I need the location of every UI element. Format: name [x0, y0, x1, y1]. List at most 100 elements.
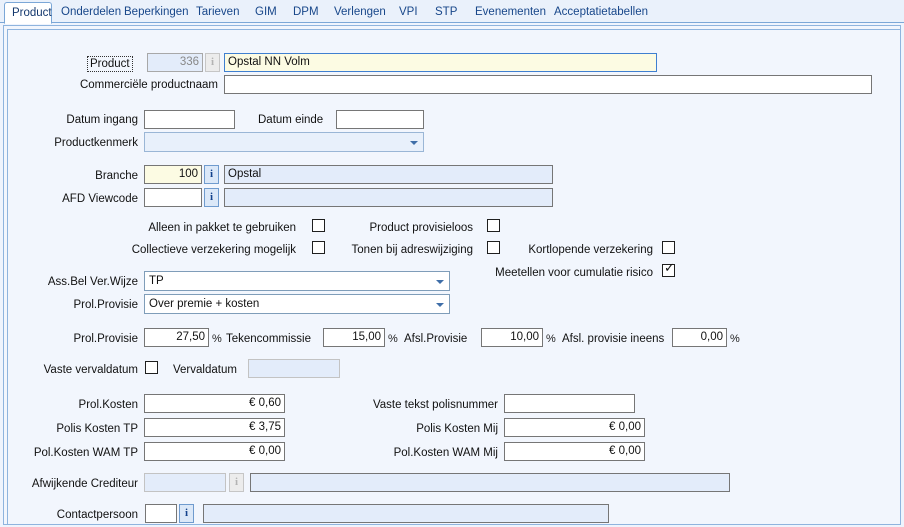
checkbox-label-meetellen-cumulatie: Meetellen voor cumulatie risico	[495, 267, 653, 279]
prol-provisie-pct-label: Prol.Provisie	[73, 333, 138, 345]
tab-vpi[interactable]: VPI	[392, 3, 425, 23]
branche-description-field: Opstal	[224, 165, 553, 184]
prol-kosten-label: Prol.Kosten	[78, 399, 138, 411]
tab-label: DPM	[293, 6, 319, 18]
tab-label: Verlengen	[334, 6, 386, 18]
date-start-field[interactable]	[144, 110, 235, 129]
tab-label: Product	[12, 7, 52, 19]
date-end-field[interactable]	[336, 110, 424, 129]
vervaldatum-field	[248, 359, 340, 378]
chevron-down-icon	[410, 141, 418, 145]
prol-provisie-value: Over premie + kosten	[149, 298, 260, 310]
prol-provisie-pct-field[interactable]: 27,50	[144, 328, 209, 347]
commercial-name-field[interactable]	[224, 75, 872, 94]
prol-provisie-combo-label: Prol.Provisie	[73, 299, 138, 311]
product-code-field[interactable]: 336	[147, 53, 203, 72]
tab-beperkingen[interactable]: Beperkingen	[117, 3, 196, 23]
pol-kosten-wam-mij-field[interactable]: € 0,00	[504, 442, 645, 461]
tab-label: STP	[435, 6, 458, 18]
date-start-label: Datum ingang	[66, 114, 138, 126]
tab-acceptatietabellen[interactable]: Acceptatietabellen	[547, 3, 655, 23]
checkbox-label-product-provisieloos: Product provisieloos	[369, 222, 473, 234]
branche-info-icon[interactable]: i	[204, 165, 219, 184]
afsl-provisie-field[interactable]: 10,00	[481, 328, 543, 347]
tekencommissie-field[interactable]: 15,00	[323, 328, 385, 347]
tab-verlengen[interactable]: Verlengen	[327, 3, 393, 23]
contactpersoon-label: Contactpersoon	[56, 509, 138, 521]
product-form-inner: Product 336 i Opstal NN Volm Commerciële…	[7, 29, 900, 524]
afd-viewcode-info-icon[interactable]: i	[204, 188, 219, 207]
checkbox-label-alleen-in-pakket: Alleen in pakket te gebruiken	[148, 222, 296, 234]
tab-stp[interactable]: STP	[428, 3, 464, 23]
tekencommissie-unit: %	[388, 333, 398, 345]
contactpersoon-code-field[interactable]	[145, 504, 177, 523]
date-end-label: Datum einde	[258, 114, 324, 126]
polis-kosten-mij-label: Polis Kosten Mij	[416, 423, 498, 435]
prol-provisie-dropdown[interactable]: Over premie + kosten	[144, 294, 450, 314]
chevron-down-icon	[436, 280, 444, 284]
tab-evenementen[interactable]: Evenementen	[468, 3, 553, 23]
tab-label: Evenementen	[475, 6, 546, 18]
ass-bel-ver-wijze-dropdown[interactable]: TP	[144, 271, 450, 291]
pol-kosten-wam-mij-label: Pol.Kosten WAM Mij	[393, 447, 498, 459]
checkbox-collectieve-verzekering[interactable]	[312, 241, 325, 254]
checkmark-icon: ✓	[664, 261, 675, 276]
tab-label: Onderdelen	[61, 6, 122, 18]
tekencommissie-label: Tekencommissie	[226, 333, 311, 345]
tab-tarieven[interactable]: Tarieven	[189, 3, 246, 23]
tab-product[interactable]: Product	[4, 2, 52, 24]
ass-bel-ver-wijze-value: TP	[149, 275, 164, 287]
checkbox-vaste-vervaldatum[interactable]	[145, 361, 158, 374]
polis-kosten-mij-field[interactable]: € 0,00	[504, 418, 645, 437]
polis-kosten-tp-label: Polis Kosten TP	[56, 423, 138, 435]
tab-label: Beperkingen	[124, 6, 189, 18]
afsl-provisie-ineens-field[interactable]: 0,00	[672, 328, 727, 347]
vaste-tekst-polisnummer-field[interactable]	[504, 394, 635, 413]
afsl-provisie-ineens-label: Afsl. provisie ineens	[562, 333, 665, 345]
product-characteristic-label: Productkenmerk	[54, 137, 138, 149]
commercial-name-label: Commerciële productnaam	[79, 79, 218, 91]
prol-provisie-pct-unit: %	[212, 333, 222, 345]
checkbox-label-kortlopende-verzekering: Kortlopende verzekering	[528, 244, 653, 256]
pol-kosten-wam-tp-field[interactable]: € 0,00	[144, 442, 285, 461]
afwijkende-crediteur-code-field	[144, 473, 226, 492]
vervaldatum-label: Vervaldatum	[173, 364, 237, 376]
checkbox-label-collectieve-verzekering: Collectieve verzekering mogelijk	[131, 244, 296, 256]
tab-gim[interactable]: GIM	[248, 3, 284, 23]
vaste-tekst-polisnummer-label: Vaste tekst polisnummer	[372, 399, 498, 411]
product-name-field[interactable]: Opstal NN Volm	[224, 53, 657, 72]
checkbox-kortlopende-verzekering[interactable]	[662, 241, 675, 254]
tab-label: Acceptatietabellen	[554, 6, 648, 18]
branche-code-field[interactable]: 100	[144, 165, 202, 184]
pol-kosten-wam-tp-label: Pol.Kosten WAM TP	[33, 447, 138, 459]
tab-label: VPI	[399, 6, 418, 18]
contactpersoon-description-field	[203, 504, 609, 523]
checkbox-meetellen-cumulatie[interactable]: ✓	[662, 261, 675, 277]
checkbox-alleen-in-pakket[interactable]	[312, 219, 325, 232]
contactpersoon-info-icon[interactable]: i	[179, 504, 194, 523]
product-info-icon: i	[205, 53, 220, 72]
afd-viewcode-code-field[interactable]	[144, 188, 202, 207]
afd-viewcode-label: AFD Viewcode	[62, 193, 138, 205]
afsl-provisie-unit: %	[546, 333, 556, 345]
branche-label: Branche	[95, 170, 138, 182]
tab-label: Tarieven	[196, 6, 240, 18]
ass-bel-ver-wijze-label: Ass.Bel Ver.Wijze	[47, 276, 138, 288]
product-form-panel: Product 336 i Opstal NN Volm Commerciële…	[3, 25, 901, 525]
tab-bar: Product Onderdelen Beperkingen Tarieven …	[0, 0, 904, 24]
product-label: Product	[87, 56, 133, 72]
afwijkende-crediteur-description-field	[250, 473, 730, 492]
afd-viewcode-description-field	[224, 188, 553, 207]
afwijkende-crediteur-label: Afwijkende Crediteur	[31, 478, 138, 490]
vaste-vervaldatum-label: Vaste vervaldatum	[43, 364, 138, 376]
tab-dpm[interactable]: DPM	[286, 3, 326, 23]
chevron-down-icon	[436, 303, 444, 307]
checkbox-product-provisieloos[interactable]	[487, 219, 500, 232]
checkbox-label-tonen-bij-adreswijziging: Tonen bij adreswijziging	[351, 244, 473, 256]
tab-label: GIM	[255, 6, 277, 18]
product-characteristic-dropdown[interactable]	[144, 132, 424, 152]
polis-kosten-tp-field[interactable]: € 3,75	[144, 418, 285, 437]
prol-kosten-field[interactable]: € 0,60	[144, 394, 285, 413]
afsl-provisie-label: Afsl.Provisie	[404, 333, 468, 345]
afwijkende-crediteur-info-icon: i	[229, 473, 244, 492]
